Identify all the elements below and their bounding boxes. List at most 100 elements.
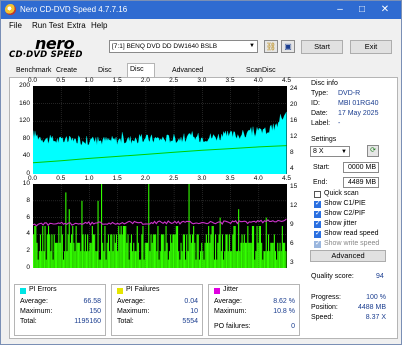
menu-run-test[interactable]: Run Test — [32, 21, 63, 30]
chart2-y-left-tick: 4 — [26, 230, 30, 238]
chart1-y-left-tick: 40 — [22, 152, 30, 160]
pi-failures-bar — [200, 251, 202, 268]
pi-failures-bar — [174, 234, 176, 268]
menu-help[interactable]: Help — [91, 21, 107, 30]
menu-extra[interactable]: Extra — [67, 21, 86, 30]
exit-button[interactable]: Exit — [350, 40, 392, 54]
pi-failures-bar — [258, 226, 260, 268]
tab-advanced-disc-quality[interactable]: Advanced Disc Quality — [169, 64, 206, 98]
app-window: Nero CD-DVD Speed 4.7.7.16 – □ ✕ File Ru… — [0, 0, 402, 345]
tab-disc-info[interactable]: Disc Info — [95, 64, 115, 86]
pi-failures-bar — [52, 259, 54, 268]
chart1-y-right-tick: 4 — [290, 165, 294, 172]
refresh-icon[interactable]: ⟳ — [367, 145, 379, 157]
start-field[interactable]: 0000 MB — [343, 162, 379, 173]
pi-failures-bar — [264, 251, 266, 268]
drive-select[interactable]: [7:1] BENQ DVD DD DW1640 BSLB ▼ — [109, 40, 258, 53]
pi-failures-bar — [188, 184, 190, 268]
pi-failures-bar — [171, 242, 173, 268]
pi-failures-bar — [238, 209, 240, 268]
pi-failures-bar — [104, 226, 106, 268]
minimize-button[interactable]: – — [330, 3, 350, 17]
tab-create-disc[interactable]: Create Disc — [53, 64, 80, 86]
disc-id-value: MBI 01RG40 — [338, 100, 379, 107]
checkbox-label: Show jitter — [324, 220, 357, 227]
pi-failures-bar — [92, 234, 94, 268]
jitter-box: Jitter Average: 8.62 % Maximum: 10.8 % P… — [208, 284, 300, 336]
pi-failures-bar — [152, 234, 154, 268]
start-button[interactable]: Start — [301, 40, 343, 54]
speed-select[interactable]: 8 X ▼ — [310, 146, 350, 157]
logo-cd-dvd-speed: CD·DVD SPEED — [9, 50, 83, 60]
chart2-x-tick: 4.0 — [253, 175, 263, 182]
end-field[interactable]: 4489 MB — [343, 177, 379, 188]
chart1-y-right-tick: 8 — [290, 149, 294, 156]
pi-failures-bar — [49, 234, 51, 268]
pi-failures-bar — [80, 251, 82, 268]
tab-scandisc[interactable]: ScanDisc — [243, 64, 279, 77]
pi-failures-chart — [33, 184, 287, 268]
pi-failures-bar — [97, 200, 99, 268]
disc-date-value: 17 May 2025 — [338, 110, 379, 117]
pi-errors-max-label: Maximum: — [20, 308, 53, 315]
tab-disc-quality[interactable]: Disc Quality — [127, 63, 155, 85]
chevron-down-icon: ▼ — [341, 149, 347, 155]
settings-header: Settings — [311, 136, 337, 143]
pi-failures-bar — [167, 259, 169, 268]
pi-failures-bar — [140, 259, 142, 268]
checkbox-label: Show C1/PIE — [324, 200, 366, 207]
disc-info-header: Disc info — [311, 80, 338, 87]
pi-failures-bar — [217, 242, 219, 268]
pi-errors-swatch — [20, 288, 26, 294]
pi-failures-bar — [231, 251, 233, 268]
checkbox-show-jitter[interactable] — [314, 219, 321, 228]
pi-failures-bar — [91, 226, 93, 268]
pi-failures-bar — [39, 234, 41, 268]
disc-type-label: Type: — [311, 90, 329, 97]
checkbox-label: Show C2/PIF — [324, 210, 366, 217]
menu-file[interactable]: File — [9, 21, 22, 30]
pi-failures-max: 10 — [190, 308, 198, 315]
pi-failures-bar — [246, 242, 248, 268]
chart2-x-tick: 1.0 — [84, 175, 94, 182]
checkbox-show-c2-pif[interactable] — [314, 209, 321, 218]
pi-failures-bar — [137, 242, 139, 268]
pi-failures-bar — [272, 242, 274, 268]
pi-failures-bar — [205, 234, 207, 268]
pi-failures-bar — [192, 234, 194, 268]
chart2-x-tick: 0.5 — [56, 175, 66, 182]
pi-failures-bar — [88, 251, 90, 268]
pi-failures-bar — [273, 234, 275, 268]
pi-failures-bar — [105, 259, 107, 268]
chart2-y-left-tick: 0 — [26, 264, 30, 271]
pi-failures-bar — [253, 226, 255, 268]
maximize-button[interactable]: □ — [352, 3, 372, 17]
pi-failures-bar — [96, 251, 98, 268]
save-icon[interactable]: ▣ — [281, 40, 295, 53]
pi-failures-bar — [50, 251, 52, 268]
progress-label: Progress: — [311, 294, 341, 301]
chart2-y-right-tick: 15 — [290, 183, 298, 190]
pi-failures-bar — [145, 242, 147, 268]
tab-benchmark[interactable]: Benchmark — [13, 64, 54, 77]
pi-failures-bar — [110, 234, 112, 268]
pi-failures-bar — [44, 226, 46, 268]
title-bar: Nero CD-DVD Speed 4.7.7.16 – □ ✕ — [1, 1, 401, 19]
chain-icon[interactable]: ⛓ — [264, 40, 278, 53]
disc-quality-panel: 200 160 120 80 40 0 24 20 16 12 8 4 0.0 0.5 1.0 1.5 2.0 2… — [9, 77, 398, 339]
pi-failures-bar — [223, 259, 225, 268]
checkbox-quick-scan[interactable] — [314, 191, 321, 198]
pi-failures-bar — [206, 242, 208, 268]
pi-failures-bar — [129, 242, 131, 268]
pi-failures-header: PI Failures — [126, 286, 160, 293]
checkbox-show-read-speed[interactable] — [314, 229, 321, 238]
pi-failures-bar — [241, 234, 243, 268]
advanced-button[interactable]: Advanced — [310, 250, 386, 262]
pi-failures-bar — [125, 226, 127, 268]
chart1-x-tick: 0.0 — [28, 77, 38, 84]
pi-failures-bar — [166, 242, 168, 268]
checkbox-show-c1-pie[interactable] — [314, 199, 321, 208]
close-button[interactable]: ✕ — [375, 3, 395, 17]
pi-failures-bar — [121, 234, 123, 268]
jitter-series — [33, 218, 287, 227]
